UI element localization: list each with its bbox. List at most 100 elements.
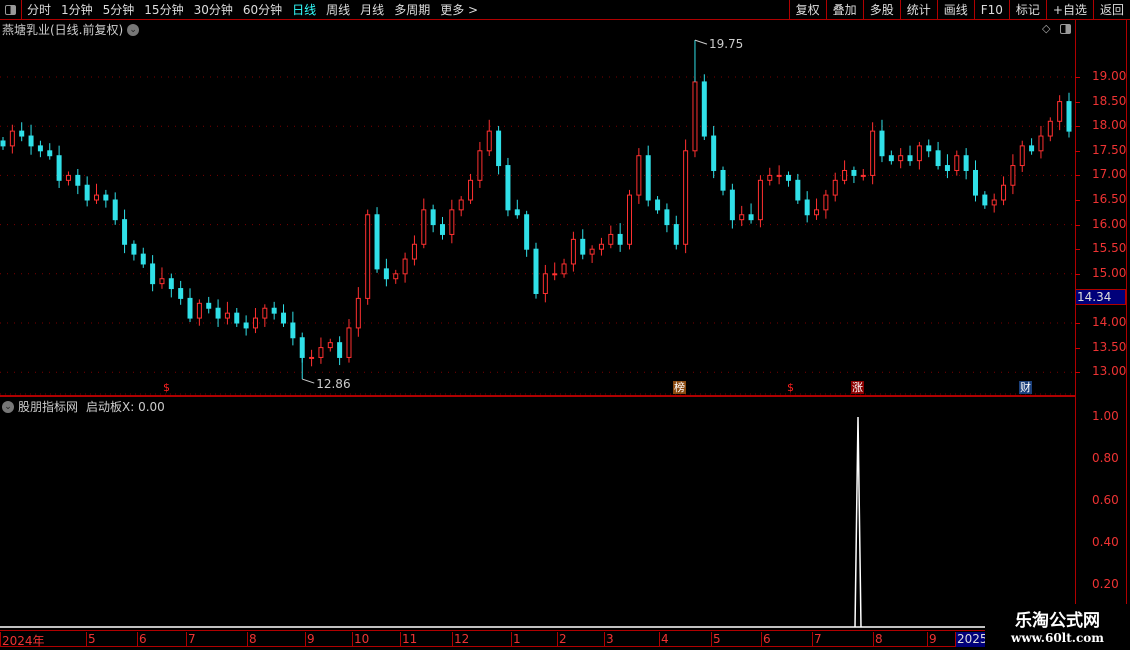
price-tick bbox=[1075, 77, 1080, 78]
chevron-down-icon[interactable]: ⌄ bbox=[2, 400, 14, 413]
candle-body bbox=[655, 199, 661, 211]
candle-body bbox=[944, 165, 950, 171]
toolbar-button[interactable]: 返回 bbox=[1092, 0, 1130, 19]
candle-body bbox=[28, 135, 34, 147]
time-label: 7 bbox=[186, 632, 196, 647]
candle-body bbox=[47, 150, 53, 157]
candle-body bbox=[664, 209, 670, 226]
indicator-tick-label: 1.00 bbox=[1092, 409, 1119, 423]
watermark: 乐淘公式网 www.60lt.com bbox=[985, 604, 1130, 650]
candle-body bbox=[365, 214, 371, 299]
pane-separator[interactable] bbox=[0, 395, 1075, 397]
candle-body bbox=[739, 214, 745, 221]
candle-body bbox=[122, 219, 128, 245]
candle-body bbox=[19, 130, 25, 137]
candle-body bbox=[37, 145, 43, 152]
price-chart: 19.75 12.86 bbox=[0, 37, 1075, 628]
candle-body bbox=[271, 307, 277, 314]
event-tag[interactable]: 涨 bbox=[851, 381, 864, 394]
price-tick-label: 16.00 bbox=[1092, 216, 1127, 231]
price-tick bbox=[1075, 249, 1080, 251]
time-label: 4 bbox=[659, 632, 669, 647]
price-tick-label: 17.50 bbox=[1092, 142, 1127, 157]
candle-body bbox=[421, 209, 427, 245]
event-tag[interactable]: 榜 bbox=[673, 381, 686, 394]
max-pointer bbox=[694, 39, 708, 45]
candle-body bbox=[720, 169, 726, 191]
candle-body bbox=[898, 155, 904, 162]
time-label: 9 bbox=[927, 632, 937, 647]
candle-body bbox=[374, 214, 380, 270]
candle-body bbox=[393, 273, 399, 280]
candle-body bbox=[402, 258, 408, 275]
event-tag[interactable]: $ bbox=[784, 381, 797, 394]
candle-body bbox=[935, 150, 941, 167]
axis-divider bbox=[1075, 20, 1076, 630]
price-tick-label: 16.50 bbox=[1092, 192, 1127, 206]
candle-body bbox=[327, 342, 333, 349]
candle-body bbox=[991, 199, 997, 206]
candle-body bbox=[888, 155, 894, 162]
indicator-spike bbox=[854, 416, 862, 628]
time-label: 2025 bbox=[955, 632, 988, 647]
candle-body bbox=[561, 263, 567, 275]
candle-body bbox=[383, 268, 389, 280]
candle-body bbox=[711, 135, 717, 171]
candle-body bbox=[673, 224, 679, 245]
time-label: 5 bbox=[711, 632, 721, 647]
time-label: 11 bbox=[400, 632, 418, 647]
time-label: 2 bbox=[557, 632, 567, 647]
indicator-tick-label: 0.80 bbox=[1092, 451, 1119, 465]
candle-body bbox=[206, 302, 212, 309]
candle-body bbox=[879, 130, 885, 157]
event-tag[interactable]: 财 bbox=[1019, 381, 1032, 394]
candle-body bbox=[159, 278, 165, 285]
candle-body bbox=[832, 179, 838, 196]
price-tick bbox=[1075, 200, 1080, 201]
candle-body bbox=[954, 155, 960, 171]
candle-body bbox=[729, 189, 735, 221]
candle-body bbox=[486, 130, 492, 152]
candle-body bbox=[963, 155, 969, 171]
candle-body bbox=[767, 174, 773, 181]
candle-body bbox=[570, 238, 576, 265]
candle-body bbox=[56, 155, 62, 181]
price-tick bbox=[1075, 372, 1080, 374]
candle-body bbox=[533, 248, 539, 294]
candle-body bbox=[355, 297, 361, 329]
candle-body bbox=[496, 130, 502, 167]
candle-body bbox=[140, 253, 146, 265]
time-label: 2024年 bbox=[0, 632, 45, 648]
candle-body bbox=[1001, 184, 1007, 201]
indicator-source: 股朋指标网 bbox=[18, 400, 79, 414]
max-price-label: 19.75 bbox=[709, 37, 743, 51]
candle-body bbox=[411, 243, 417, 260]
candle-body bbox=[94, 194, 100, 201]
watermark-url: www.60lt.com bbox=[1011, 631, 1104, 645]
candle-body bbox=[9, 130, 15, 147]
time-axis[interactable]: 2024年 5 6 7 8 9 10 11 12 1 2 3 4 5 6 7 8 9 2025 bbox=[0, 630, 1075, 648]
candle-body bbox=[505, 165, 511, 211]
candle-body bbox=[65, 174, 71, 181]
candle-body bbox=[131, 243, 137, 255]
candle-body bbox=[916, 145, 922, 162]
indicator-value: 启动板X: 0.00 bbox=[86, 400, 165, 414]
time-label: 5 bbox=[86, 632, 96, 647]
event-tag[interactable]: $ bbox=[160, 381, 173, 394]
candle-body bbox=[187, 297, 193, 319]
price-tick bbox=[1075, 273, 1080, 275]
price-tick bbox=[1075, 101, 1080, 103]
candle-body bbox=[215, 307, 221, 319]
candle-body bbox=[692, 81, 698, 152]
candle-body bbox=[795, 179, 801, 201]
candle-body bbox=[252, 317, 258, 329]
indicator-tick-label: 0.40 bbox=[1092, 535, 1119, 549]
candle-body bbox=[785, 174, 791, 181]
candle-body bbox=[84, 184, 90, 201]
price-tick bbox=[1075, 224, 1080, 226]
time-label: 3 bbox=[604, 632, 614, 647]
price-tick-label: 17.00 bbox=[1092, 167, 1127, 182]
indicator-title: ⌄ 股朋指标网 启动板X: 0.00 bbox=[2, 398, 165, 415]
candle-body bbox=[178, 288, 184, 299]
candle-body bbox=[112, 199, 118, 221]
